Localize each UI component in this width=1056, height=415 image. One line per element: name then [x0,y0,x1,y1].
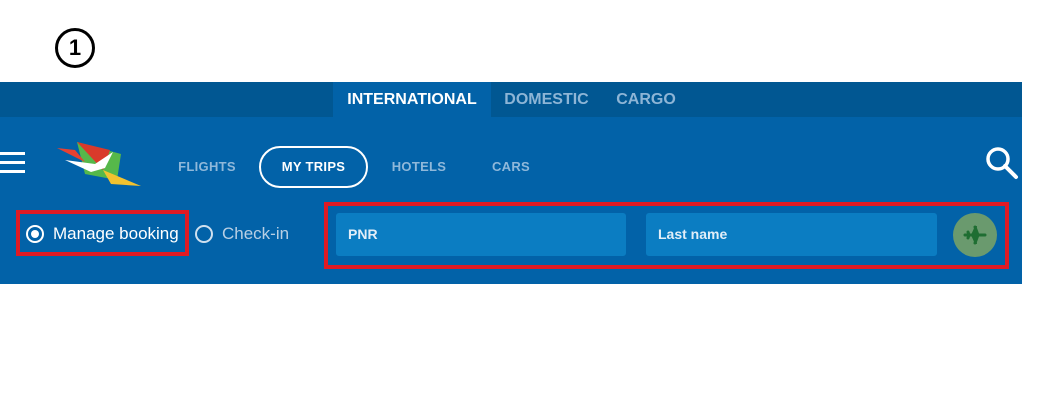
region-tab-bar: INTERNATIONAL DOMESTIC CARGO [0,82,1022,117]
tab-international[interactable]: INTERNATIONAL [333,82,491,117]
radio-check-in-label: Check-in [222,224,290,243]
tab-cargo[interactable]: CARGO [602,82,690,117]
nav-my-trips[interactable]: MY TRIPS [259,146,368,188]
booking-widget: INTERNATIONAL DOMESTIC CARGO FLIGHTS MY … [0,82,1022,284]
radio-check-in[interactable]: Check-in [195,222,289,246]
radio-unchecked-indicator[interactable] [195,225,213,243]
search-icon[interactable] [985,146,1019,180]
highlight-search-form [324,202,1009,269]
nav-hotels[interactable]: HOTELS [388,146,450,188]
hamburger-menu-icon[interactable] [0,152,25,174]
tab-domestic[interactable]: DOMESTIC [491,82,602,117]
airline-logo [57,142,141,186]
nav-flights[interactable]: FLIGHTS [175,146,239,188]
step-number-badge: 1 [55,28,95,68]
highlight-manage-booking [16,210,189,256]
nav-cars[interactable]: CARS [488,146,534,188]
